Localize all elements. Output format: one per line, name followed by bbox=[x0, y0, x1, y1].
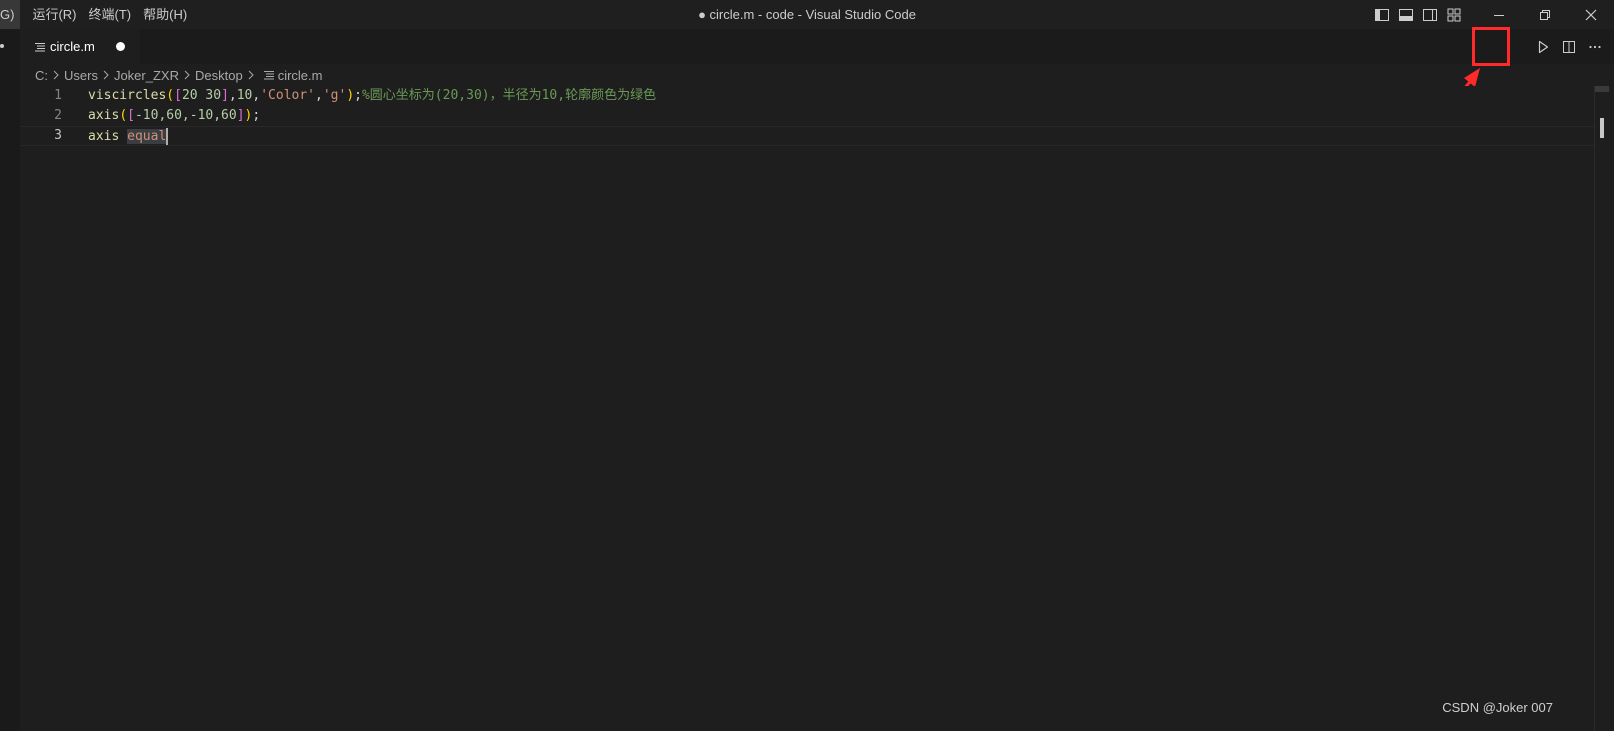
token-command-arg: equal bbox=[127, 129, 167, 144]
token-punct: ; bbox=[354, 88, 362, 103]
toggle-secondary-sidebar-icon[interactable] bbox=[1418, 0, 1442, 29]
chevron-right-icon bbox=[101, 70, 111, 80]
split-editor-button[interactable] bbox=[1556, 29, 1582, 64]
editor-actions bbox=[1530, 29, 1614, 64]
breadcrumb-file[interactable]: circle.m bbox=[278, 68, 323, 83]
tab-label: circle.m bbox=[50, 39, 95, 54]
chevron-right-icon bbox=[51, 70, 61, 80]
minimize-icon[interactable] bbox=[1476, 0, 1522, 29]
text-cursor bbox=[166, 128, 169, 145]
play-icon bbox=[1538, 40, 1549, 53]
vertical-scrollbar[interactable] bbox=[1594, 86, 1609, 731]
menu-item-terminal[interactable]: 终端(T) bbox=[83, 0, 138, 29]
line-number: 2 bbox=[54, 108, 62, 123]
tab-circle-m[interactable]: circle.m bbox=[20, 29, 140, 64]
token-comment: %圆心坐标为(20,30)，半径为10,轮廓颜色为绿色 bbox=[361, 88, 657, 103]
token-function: axis bbox=[88, 108, 120, 123]
breadcrumb-desktop[interactable]: Desktop bbox=[195, 68, 243, 83]
menu-item-run[interactable]: 运行(R) bbox=[26, 0, 82, 29]
split-editor-icon bbox=[1563, 40, 1575, 53]
title-bar: G) 运行(R) 终端(T) 帮助(H) ● circle.m - code -… bbox=[0, 0, 1614, 29]
token-paren: ) bbox=[346, 88, 355, 103]
unsaved-dot-icon[interactable] bbox=[116, 42, 125, 51]
editor-tabs-bar: circle.m bbox=[20, 29, 1614, 64]
token-number: -10,60,-10,60 bbox=[134, 108, 237, 123]
close-icon[interactable] bbox=[1568, 0, 1614, 29]
token-bracket: [ bbox=[174, 88, 182, 103]
breadcrumb-drive[interactable]: C: bbox=[35, 68, 48, 83]
code-line-current[interactable]: axis equal bbox=[20, 126, 1594, 146]
customize-layout-icon[interactable] bbox=[1442, 0, 1466, 29]
breadcrumb-users[interactable]: Users bbox=[64, 68, 98, 83]
token-number: 10 bbox=[236, 88, 253, 103]
more-actions-button[interactable] bbox=[1582, 29, 1608, 64]
watermark: CSDN @Joker 007 bbox=[1442, 700, 1553, 715]
token-bracket: ] bbox=[236, 108, 245, 123]
token-function: viscircles bbox=[88, 88, 167, 103]
file-lines-icon bbox=[35, 42, 45, 51]
token-string: 'Color' bbox=[260, 88, 316, 103]
token-paren: ( bbox=[166, 88, 175, 103]
token-bracket: ] bbox=[221, 88, 229, 103]
token-punct: , bbox=[315, 88, 323, 103]
file-lines-icon bbox=[263, 71, 274, 80]
scrollbar-shadow bbox=[1595, 86, 1609, 92]
run-code-button[interactable] bbox=[1530, 29, 1556, 64]
menu-item-truncated[interactable]: G) bbox=[0, 0, 21, 29]
token-command: axis bbox=[88, 129, 120, 144]
more-dot-icon[interactable] bbox=[0, 44, 4, 48]
code-editor[interactable]: 1 2 3 viscircles([20 30],10,'Color','g')… bbox=[20, 86, 1594, 731]
restore-icon[interactable] bbox=[1522, 0, 1568, 29]
toggle-primary-sidebar-icon[interactable] bbox=[1370, 0, 1394, 29]
chevron-right-icon bbox=[182, 70, 192, 80]
code-lines[interactable]: viscircles([20 30],10,'Color','g');%圆心坐标… bbox=[20, 86, 1594, 146]
activity-bar bbox=[0, 29, 20, 731]
code-line[interactable]: viscircles([20 30],10,'Color','g');%圆心坐标… bbox=[88, 86, 1594, 106]
menu-item-help[interactable]: 帮助(H) bbox=[137, 0, 193, 29]
token-bracket: [ bbox=[127, 108, 135, 123]
title-controls bbox=[1370, 0, 1614, 29]
toggle-panel-icon[interactable] bbox=[1394, 0, 1418, 29]
chevron-right-icon bbox=[246, 70, 256, 80]
scrollbar-thumb[interactable] bbox=[1600, 118, 1604, 138]
token-number: 20 30 bbox=[181, 88, 222, 103]
breadcrumb: C: Users Joker_ZXR Desktop circle.m bbox=[20, 64, 1614, 86]
menu-bar: G) 运行(R) 终端(T) 帮助(H) bbox=[0, 0, 193, 29]
breadcrumb-user-folder[interactable]: Joker_ZXR bbox=[114, 68, 179, 83]
code-line[interactable]: axis([-10,60,-10,60]); bbox=[88, 106, 1594, 126]
token-string: 'g' bbox=[322, 88, 347, 103]
token-punct: , bbox=[228, 88, 237, 103]
token-punct: ; bbox=[252, 108, 261, 123]
token-paren: ( bbox=[119, 108, 128, 123]
ellipsis-icon bbox=[1589, 45, 1601, 48]
line-number: 1 bbox=[54, 88, 62, 103]
